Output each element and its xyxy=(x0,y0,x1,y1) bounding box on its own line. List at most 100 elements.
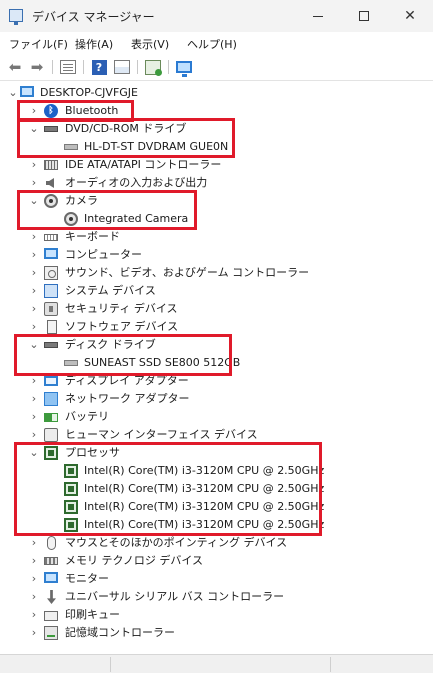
printer-icon xyxy=(44,611,58,621)
device-tree: ⌄ DESKTOP-CJVFGJE › ᛒ Bluetooth ⌄ DVD/CD… xyxy=(0,82,433,654)
root-label: DESKTOP-CJVFGJE xyxy=(40,86,138,99)
tree-item-label: ヒューマン インターフェイス デバイス xyxy=(65,428,258,441)
toolbar-divider xyxy=(168,60,169,74)
chevron-right-icon[interactable]: › xyxy=(29,266,39,280)
chevron-right-icon[interactable]: › xyxy=(29,284,39,298)
tree-item-memory-technology[interactable]: › メモリ テクノロジ デバイス xyxy=(0,552,433,570)
tree-child-processor[interactable]: Intel(R) Core(TM) i3-3120M CPU @ 2.50GHz xyxy=(0,498,433,516)
chevron-right-icon[interactable]: › xyxy=(29,626,39,640)
chevron-right-icon[interactable]: › xyxy=(29,392,39,406)
tree-item-disk-drives[interactable]: ⌄ ディスク ドライブ xyxy=(0,336,433,354)
chevron-down-icon[interactable]: ⌄ xyxy=(29,446,39,460)
software-device-icon xyxy=(47,320,57,334)
chevron-right-icon[interactable]: › xyxy=(29,302,39,316)
scan-hardware-icon xyxy=(145,59,162,76)
menu-help[interactable]: ヘルプ(H) xyxy=(187,36,237,52)
chevron-down-icon[interactable]: ⌄ xyxy=(29,122,39,136)
scan-hardware-button[interactable] xyxy=(143,58,163,76)
toolbar-divider xyxy=(83,60,84,74)
usb-icon xyxy=(47,590,56,604)
tree-item-battery[interactable]: › バッテリ xyxy=(0,408,433,426)
tree-item-label: ディスク ドライブ xyxy=(65,338,156,351)
chevron-right-icon[interactable]: › xyxy=(29,158,39,172)
tree-item-dvd[interactable]: ⌄ DVD/CD-ROM ドライブ xyxy=(0,120,433,138)
chevron-right-icon[interactable]: › xyxy=(29,176,39,190)
tree-item-label: Bluetooth xyxy=(65,104,119,117)
tree-item-print-queues[interactable]: › 印刷キュー xyxy=(0,606,433,624)
processor-icon xyxy=(64,518,78,532)
chevron-right-icon[interactable]: › xyxy=(29,572,39,586)
chevron-right-icon[interactable]: › xyxy=(29,104,39,118)
tree-item-security-devices[interactable]: › セキュリティ デバイス xyxy=(0,300,433,318)
chevron-down-icon[interactable]: ⌄ xyxy=(8,86,18,100)
camera-icon xyxy=(64,212,78,226)
computer-icon xyxy=(44,248,58,259)
chevron-right-icon[interactable]: › xyxy=(29,536,39,550)
menu-view[interactable]: 表示(V) xyxy=(131,36,169,52)
menu-file[interactable]: ファイル(F) xyxy=(9,36,68,52)
tree-child-label: Integrated Camera xyxy=(84,212,189,225)
close-button[interactable]: ✕ xyxy=(387,0,433,32)
chevron-down-icon[interactable]: ⌄ xyxy=(29,338,39,352)
tree-item-label: モニター xyxy=(65,572,109,585)
tree-root[interactable]: ⌄ DESKTOP-CJVFGJE xyxy=(0,84,433,102)
tree-item-monitors[interactable]: › モニター xyxy=(0,570,433,588)
chevron-right-icon[interactable]: › xyxy=(29,248,39,262)
tree-child-dvd[interactable]: HL-DT-ST DVDRAM GUE0N xyxy=(0,138,433,156)
chevron-down-icon[interactable]: ⌄ xyxy=(29,194,39,208)
minimize-button[interactable] xyxy=(295,0,341,32)
chevron-right-icon[interactable]: › xyxy=(29,608,39,622)
tree-child-processor[interactable]: Intel(R) Core(TM) i3-3120M CPU @ 2.50GHz xyxy=(0,480,433,498)
back-button[interactable]: ⬅ xyxy=(5,58,25,76)
tree-child-label: Intel(R) Core(TM) i3-3120M CPU @ 2.50GHz xyxy=(84,518,325,531)
tree-item-bluetooth[interactable]: › ᛒ Bluetooth xyxy=(0,102,433,120)
monitor-button[interactable] xyxy=(174,58,194,77)
tree-item-computer[interactable]: › コンピューター xyxy=(0,246,433,264)
tree-child-disk[interactable]: SUNEAST SSD SE800 512GB xyxy=(0,354,433,372)
status-bar xyxy=(0,654,433,673)
help-button[interactable]: ? xyxy=(89,58,109,76)
sound-icon xyxy=(44,266,58,280)
menu-action[interactable]: 操作(A) xyxy=(75,36,113,52)
maximize-button[interactable] xyxy=(341,0,387,32)
tree-item-keyboard[interactable]: › キーボード xyxy=(0,228,433,246)
tree-item-processors[interactable]: ⌄ プロセッサ xyxy=(0,444,433,462)
tree-item-display-adapters[interactable]: › ディスプレイ アダプター xyxy=(0,372,433,390)
tree-item-ide[interactable]: › IDE ATA/ATAPI コントローラー xyxy=(0,156,433,174)
tree-child-processor[interactable]: Intel(R) Core(TM) i3-3120M CPU @ 2.50GHz xyxy=(0,516,433,534)
processor-icon xyxy=(64,464,78,478)
tree-item-label: サウンド、ビデオ、およびゲーム コントローラー xyxy=(65,266,310,279)
chevron-right-icon[interactable]: › xyxy=(29,320,39,334)
chevron-right-icon[interactable]: › xyxy=(29,410,39,424)
tree-item-network-adapters[interactable]: › ネットワーク アダプター xyxy=(0,390,433,408)
chevron-right-icon[interactable]: › xyxy=(29,554,39,568)
chevron-right-icon[interactable]: › xyxy=(29,374,39,388)
tree-item-camera[interactable]: ⌄ カメラ xyxy=(0,192,433,210)
keyboard-icon xyxy=(44,234,58,241)
tree-item-hid[interactable]: › ヒューマン インターフェイス デバイス xyxy=(0,426,433,444)
tree-item-label: マウスとそのほかのポインティング デバイス xyxy=(65,536,288,549)
chevron-right-icon[interactable]: › xyxy=(29,230,39,244)
network-adapter-icon xyxy=(44,392,58,406)
tree-item-storage-controllers[interactable]: › 記憶域コントローラー xyxy=(0,624,433,642)
tree-child-label: HL-DT-ST DVDRAM GUE0N xyxy=(84,140,229,153)
tree-item-sound[interactable]: › サウンド、ビデオ、およびゲーム コントローラー xyxy=(0,264,433,282)
properties-icon xyxy=(60,60,76,74)
monitor-icon xyxy=(176,61,192,77)
tree-item-label: ネットワーク アダプター xyxy=(65,392,190,405)
properties-button[interactable] xyxy=(58,58,78,76)
chevron-right-icon[interactable]: › xyxy=(29,590,39,604)
window-title: デバイス マネージャー xyxy=(32,10,155,24)
tree-item-software-devices[interactable]: › ソフトウェア デバイス xyxy=(0,318,433,336)
tree-child-camera[interactable]: Integrated Camera xyxy=(0,210,433,228)
view-icon xyxy=(114,60,130,74)
tree-item-usb[interactable]: › ユニバーサル シリアル バス コントローラー xyxy=(0,588,433,606)
forward-button[interactable]: ➡ xyxy=(27,58,47,76)
dvd-drive-icon xyxy=(44,126,58,132)
tree-item-audio[interactable]: › オーディオの入力および出力 xyxy=(0,174,433,192)
view-button[interactable] xyxy=(112,58,132,76)
tree-item-mice[interactable]: › マウスとそのほかのポインティング デバイス xyxy=(0,534,433,552)
tree-item-system-devices[interactable]: › システム デバイス xyxy=(0,282,433,300)
tree-child-processor[interactable]: Intel(R) Core(TM) i3-3120M CPU @ 2.50GHz xyxy=(0,462,433,480)
chevron-right-icon[interactable]: › xyxy=(29,428,39,442)
